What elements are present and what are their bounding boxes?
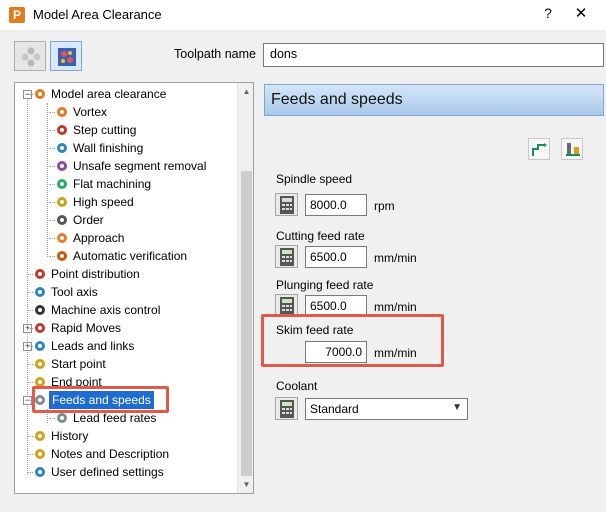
toolpath-name-input[interactable]: dons — [263, 43, 604, 67]
tree-item-label: Order — [73, 213, 104, 227]
load-feeds-icon — [532, 143, 547, 156]
user-settings-icon — [33, 465, 47, 479]
tree-item-label: Rapid Moves — [51, 321, 122, 335]
help-button[interactable]: ? — [538, 5, 558, 21]
scroll-up-arrow-icon[interactable]: ▲ — [238, 83, 253, 100]
history-icon — [33, 429, 47, 443]
leads-links-icon — [33, 339, 47, 353]
cutting-feed-input[interactable]: 6500.0 — [305, 246, 367, 268]
chevron-down-icon: ▼ — [452, 402, 462, 413]
vortex-icon — [55, 105, 69, 119]
rapid-moves-icon — [33, 321, 47, 335]
load-feeds-button[interactable] — [528, 138, 550, 160]
start-point-icon — [33, 357, 47, 371]
tree-item-label: Automatic verification — [73, 249, 188, 263]
plunging-feed-label: Plunging feed rate — [276, 278, 374, 292]
skim-feed-label: Skim feed rate — [276, 323, 354, 337]
coolant-label: Coolant — [276, 379, 318, 393]
strategy-tree: − Model area clearance Vortex Step cutting W… — [14, 82, 254, 494]
tool-axis-icon — [33, 285, 47, 299]
spindle-speed-input[interactable]: 8000.0 — [305, 194, 367, 216]
cutting-calculator-button[interactable] — [275, 245, 298, 268]
calculator-icon — [280, 196, 294, 214]
lead-feed-icon — [55, 411, 69, 425]
unsafe-segment-icon — [55, 159, 69, 173]
section-header: Feeds and speeds — [264, 84, 604, 116]
tree-item-label: Vortex — [73, 105, 108, 119]
tree-item-label: High speed — [73, 195, 134, 209]
window-title: Model Area Clearance — [33, 7, 162, 22]
verification-icon — [55, 249, 69, 263]
tool-feeds-icon — [566, 143, 580, 156]
close-button[interactable]: ✕ — [571, 4, 591, 22]
tree-item-label: Flat machining — [73, 177, 152, 191]
tree-item-label: History — [51, 429, 89, 443]
plunging-feed-unit: mm/min — [374, 300, 417, 314]
tree-item-label: Start point — [51, 357, 106, 371]
tree-item-label: Machine axis control — [51, 303, 161, 317]
tree-scrollbar[interactable]: ▲ ▼ — [237, 83, 253, 493]
order-icon — [55, 213, 69, 227]
calculator-icon — [280, 400, 294, 418]
spindle-calculator-button[interactable] — [275, 193, 298, 216]
calculator-icon — [280, 248, 294, 266]
tree-item-label: Tool axis — [51, 285, 98, 299]
scroll-thumb[interactable] — [241, 171, 252, 476]
tool-feeds-button[interactable] — [561, 138, 583, 160]
tree-item-label: Point distribution — [51, 267, 140, 281]
coolant-calculator-button[interactable] — [275, 397, 298, 420]
tree-item-label: Model area clearance — [51, 87, 167, 101]
calculator-icon — [280, 297, 294, 315]
scroll-down-arrow-icon[interactable]: ▼ — [238, 476, 253, 493]
structure-view-button[interactable] — [14, 41, 46, 71]
tree-item-label: Notes and Description — [51, 447, 170, 461]
coolant-select[interactable]: Standard ▼ — [305, 398, 468, 420]
title-bar: P Model Area Clearance ? ✕ — [0, 0, 606, 30]
toolpath-name-label: Toolpath name — [174, 47, 257, 61]
form-icon — [58, 48, 76, 66]
coolant-selected-value: Standard — [310, 402, 359, 416]
tree-item-label: Leads and links — [51, 339, 135, 353]
machine-axis-icon — [33, 303, 47, 317]
tree-item-label: User defined settings — [51, 465, 164, 479]
tree-item-label: Wall finishing — [73, 141, 144, 155]
tree-item-label: Approach — [73, 231, 125, 245]
approach-icon — [55, 231, 69, 245]
high-speed-icon — [55, 195, 69, 209]
point-distribution-icon — [33, 267, 47, 281]
wall-finishing-icon — [55, 141, 69, 155]
skim-feed-input[interactable]: 7000.0 — [305, 341, 367, 363]
skim-feed-unit: mm/min — [374, 346, 417, 360]
structure-icon — [21, 47, 41, 67]
cutting-feed-unit: mm/min — [374, 251, 417, 265]
step-cutting-icon — [55, 123, 69, 137]
app-logo-icon: P — [9, 7, 25, 23]
cutting-feed-label: Cutting feed rate — [276, 229, 365, 243]
tree-item-label: Unsafe segment removal — [73, 159, 207, 173]
flat-machining-icon — [55, 177, 69, 191]
selection-highlight-box — [32, 386, 169, 413]
tree-item-label: Step cutting — [73, 123, 137, 137]
spindle-speed-label: Spindle speed — [276, 172, 353, 186]
notes-icon — [33, 447, 47, 461]
area-clearance-icon — [33, 87, 47, 101]
form-view-button[interactable] — [50, 41, 82, 71]
spindle-speed-unit: rpm — [374, 199, 395, 213]
